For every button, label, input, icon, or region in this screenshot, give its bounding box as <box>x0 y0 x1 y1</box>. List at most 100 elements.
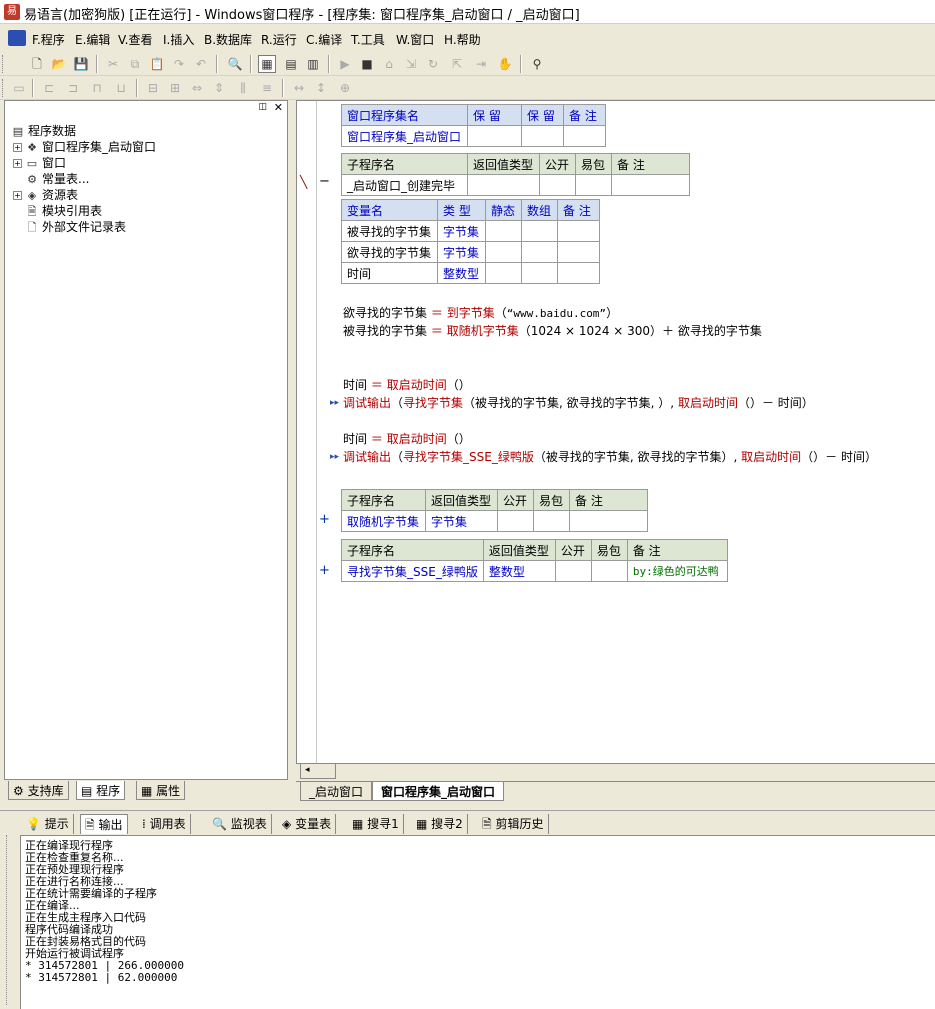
output-log[interactable]: 正在编译现行程序 正在检查重复名称... 正在预处理现行程序 正在进行名称连接.… <box>20 835 935 1009</box>
tree-root[interactable]: ▤ 程序数据 <box>11 123 76 139</box>
tab-output[interactable]: 🗎 输出 <box>80 814 128 834</box>
variable-type-cell[interactable]: 字节集 <box>437 241 486 263</box>
tab-support-library[interactable]: ⚙ 支持库 <box>8 781 69 800</box>
table-cell[interactable] <box>485 220 522 242</box>
expand-icon[interactable]: + <box>13 159 22 168</box>
tab-properties[interactable]: ▦ 属性 <box>136 781 186 800</box>
menu-program[interactable]: F.程序 <box>32 31 65 48</box>
subroutine-name-cell[interactable]: 寻找字节集_SSE_绿鸭版 <box>341 560 484 582</box>
tree-item-assembly[interactable]: + ❖ 窗口程序集_启动窗口 <box>13 139 156 155</box>
menu-window[interactable]: W.窗口 <box>396 31 434 48</box>
subroutine-name-cell[interactable]: _启动窗口_创建完毕 <box>341 174 468 196</box>
menu-tools[interactable]: T.工具 <box>351 31 385 48</box>
step-over-icon[interactable]: ↻ <box>424 55 442 73</box>
table-cell[interactable] <box>497 510 534 532</box>
app-menu-icon[interactable] <box>8 30 26 46</box>
paste-icon[interactable]: 📋 <box>148 55 166 73</box>
table-cell[interactable] <box>563 125 606 147</box>
code-line-1[interactable]: 欲寻找的字节集 ＝ 到字节集（“www.baidu.com”） <box>343 304 618 321</box>
redo-icon[interactable]: ↷ <box>170 55 188 73</box>
code-line-4[interactable]: 调试输出（寻找字节集（被寻找的字节集, 欲寻找的字节集, ）, 取启动时间（）－… <box>343 394 814 411</box>
scroll-left-icon[interactable]: ◂ <box>305 765 310 775</box>
table-cell[interactable] <box>467 174 540 196</box>
tree-item-resources[interactable]: + ◈ 资源表 <box>13 187 78 203</box>
table-cell[interactable] <box>554 560 592 582</box>
horizontal-scrollbar[interactable]: ◂ <box>300 763 336 779</box>
tree-item-external-files[interactable]: 🗋 外部文件记录表 <box>25 219 126 235</box>
code-line-3[interactable]: 时间 ＝ 取启动时间（） <box>343 376 471 393</box>
return-type-cell[interactable]: 字节集 <box>425 510 498 532</box>
table-cell[interactable] <box>485 262 522 284</box>
space-v-icon[interactable]: ≡ <box>258 79 276 97</box>
variable-name-cell[interactable]: 被寻找的字节集 <box>341 220 438 242</box>
resize-v-icon[interactable]: ↕ <box>312 79 330 97</box>
variable-type-cell[interactable]: 整数型 <box>437 262 486 284</box>
save-icon[interactable]: 💾 <box>72 55 90 73</box>
tab-assembly[interactable]: 窗口程序集_启动窗口 <box>372 782 505 801</box>
align-left-icon[interactable]: ⊏ <box>40 79 58 97</box>
subroutine-name-cell[interactable]: 取随机字节集 <box>341 510 426 532</box>
tab-watch[interactable]: 🔍 监视表 <box>208 814 272 834</box>
layout-3-icon[interactable]: ▥ <box>304 55 322 73</box>
tab-search-1[interactable]: ▦ 搜寻1 <box>348 814 404 834</box>
align-icon[interactable]: ▭ <box>10 79 28 97</box>
expand-icon[interactable]: + <box>319 512 330 527</box>
binoculars-icon[interactable]: ⚲ <box>528 55 546 73</box>
table-cell[interactable] <box>533 510 570 532</box>
table-cell[interactable] <box>521 220 558 242</box>
menu-help[interactable]: H.帮助 <box>444 31 481 48</box>
find-icon[interactable]: 🔍 <box>226 55 244 73</box>
open-file-icon[interactable]: 📂 <box>50 55 68 73</box>
menu-view[interactable]: V.查看 <box>118 31 152 48</box>
align-bottom-icon[interactable]: ⊔ <box>112 79 130 97</box>
table-cell[interactable] <box>590 560 628 582</box>
step-out-icon[interactable]: ⇱ <box>448 55 466 73</box>
table-cell[interactable] <box>569 510 648 532</box>
tree-item-modules[interactable]: 🗎 模块引用表 <box>25 203 102 219</box>
layout-2-icon[interactable]: ▤ <box>282 55 300 73</box>
copy-icon[interactable]: ⧉ <box>126 55 144 73</box>
tab-search-2[interactable]: ▦ 搜寻2 <box>412 814 468 834</box>
table-cell[interactable] <box>521 241 558 263</box>
run-to-cursor-icon[interactable]: ⇥ <box>472 55 490 73</box>
table-cell[interactable] <box>539 174 576 196</box>
grid-icon[interactable]: ⊕ <box>336 79 354 97</box>
expand-icon[interactable]: + <box>319 563 330 578</box>
tree-item-window[interactable]: + ▭ 窗口 <box>13 155 66 171</box>
menu-compile[interactable]: C.编译 <box>306 31 342 48</box>
expand-icon[interactable]: + <box>13 143 22 152</box>
cut-icon[interactable]: ✂ <box>104 55 122 73</box>
table-cell[interactable] <box>557 262 600 284</box>
close-panel-icon[interactable]: ✕ <box>274 101 283 114</box>
menu-insert[interactable]: I.插入 <box>163 31 194 48</box>
align-right-icon[interactable]: ⊐ <box>64 79 82 97</box>
tab-call-stack[interactable]: ⁞ 调用表 <box>138 814 191 834</box>
menu-database[interactable]: B.数据库 <box>204 31 252 48</box>
table-cell[interactable] <box>467 125 522 147</box>
table-cell[interactable] <box>557 241 600 263</box>
variable-type-cell[interactable]: 字节集 <box>437 220 486 242</box>
tab-program[interactable]: ▤ 程序 <box>76 781 126 800</box>
menu-edit[interactable]: E.编辑 <box>75 31 110 48</box>
resize-h-icon[interactable]: ↔ <box>290 79 308 97</box>
table-cell[interactable] <box>485 241 522 263</box>
align-top-icon[interactable]: ⊓ <box>88 79 106 97</box>
undo-icon[interactable]: ↶ <box>192 55 210 73</box>
code-line-6[interactable]: 调试输出（寻找字节集_SSE_绿鸭版（被寻找的字节集, 欲寻找的字节集）, 取启… <box>343 448 877 465</box>
table-cell[interactable] <box>611 174 690 196</box>
tab-variables[interactable]: ◈ 变量表 <box>278 814 337 834</box>
remark-cell[interactable]: by:绿色的可达鸭 <box>626 560 728 582</box>
breakpoint-marker-icon[interactable]: ╲ <box>300 175 307 189</box>
stop-icon[interactable]: ■ <box>358 55 376 73</box>
run-icon[interactable]: ▶ <box>336 55 354 73</box>
same-height-icon[interactable]: ⇕ <box>210 79 228 97</box>
tab-start-window[interactable]: _启动窗口 <box>300 782 373 801</box>
layout-1-icon[interactable]: ▦ <box>258 55 276 73</box>
collapse-icon[interactable]: − <box>319 174 330 189</box>
tree-item-constants[interactable]: ⚙ 常量表... <box>25 171 89 187</box>
same-width-icon[interactable]: ⇔ <box>188 79 206 97</box>
variable-name-cell[interactable]: 时间 <box>341 262 438 284</box>
space-h-icon[interactable]: ⫼ <box>234 79 252 97</box>
expand-icon[interactable]: + <box>13 191 22 200</box>
return-type-cell[interactable]: 整数型 <box>482 560 556 582</box>
